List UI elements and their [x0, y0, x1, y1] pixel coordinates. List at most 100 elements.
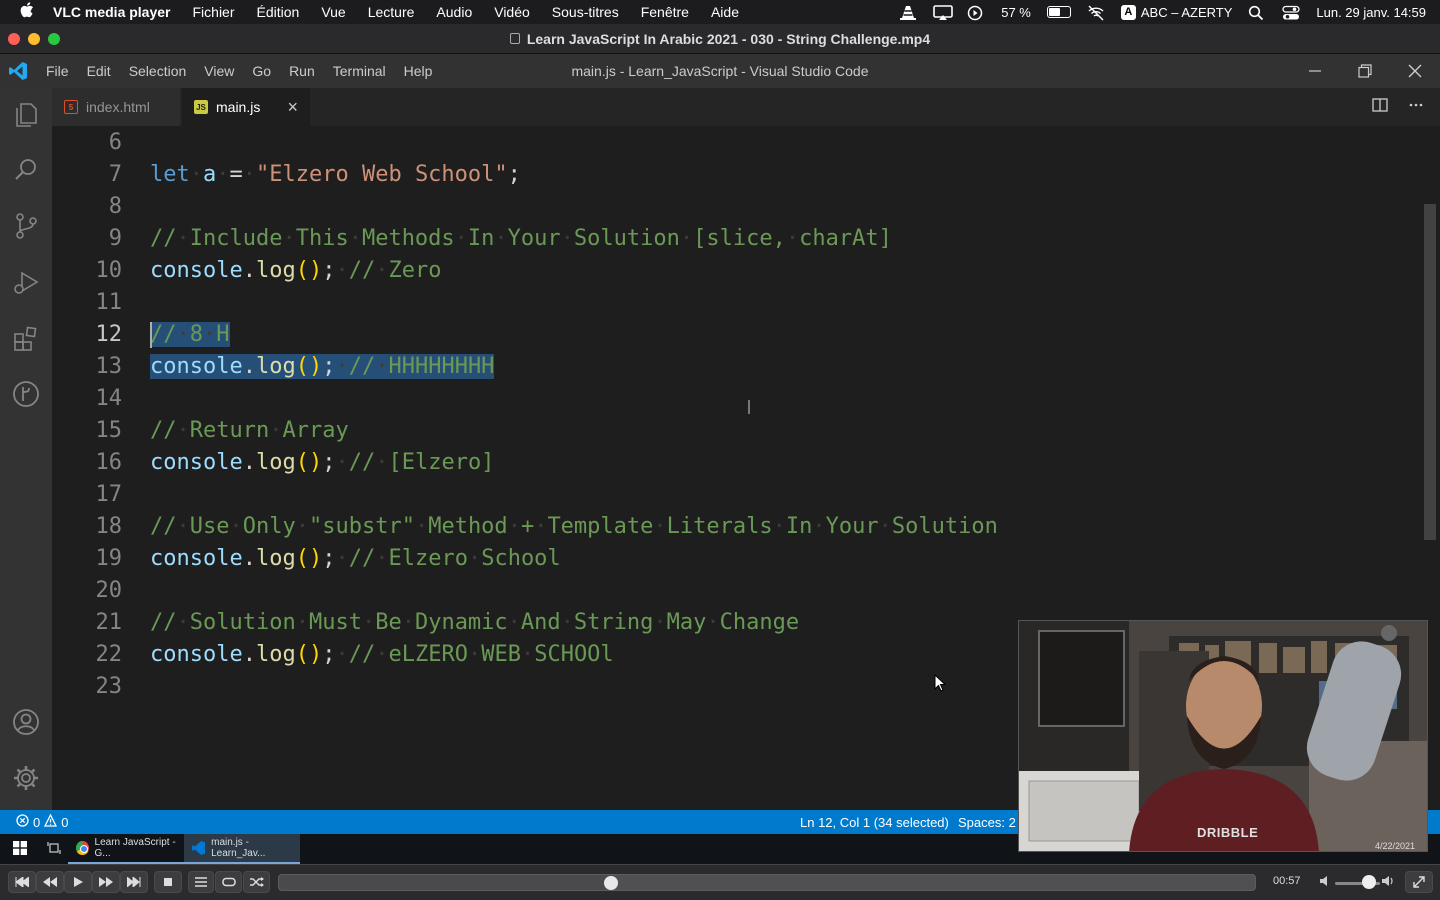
volume-low-icon[interactable]: [1320, 875, 1330, 890]
close-tab-icon[interactable]: ×: [287, 97, 298, 118]
control-center-icon[interactable]: [1282, 5, 1301, 20]
search-icon[interactable]: [10, 154, 42, 186]
vscode-menu-go[interactable]: Go: [252, 63, 271, 79]
fast-forward-icon[interactable]: [92, 871, 120, 893]
code-line-current: 12 //·8·H: [52, 318, 1422, 350]
previous-icon[interactable]: [8, 871, 36, 893]
split-editor-icon[interactable]: [1372, 97, 1388, 118]
task-view-icon[interactable]: [40, 841, 68, 858]
source-control-icon[interactable]: [10, 210, 42, 242]
menu-vue[interactable]: Vue: [321, 4, 345, 20]
menu-lecture[interactable]: Lecture: [368, 4, 415, 20]
rewind-icon[interactable]: [36, 871, 64, 893]
play-circle-icon[interactable]: [967, 5, 985, 21]
volume-high-icon[interactable]: [1382, 875, 1394, 890]
code-line: 19 console.log();·//·Elzero·School: [52, 542, 1422, 574]
seek-handle[interactable]: [603, 876, 618, 890]
editor-scrollbar[interactable]: [1424, 204, 1436, 540]
vscode-menu-file[interactable]: File: [46, 63, 69, 79]
vscode-menu-terminal[interactable]: Terminal: [333, 63, 386, 79]
playlist-icon[interactable]: [188, 871, 214, 893]
code-line: 14: [52, 382, 1422, 414]
extensions-icon[interactable]: [10, 322, 42, 354]
menu-fichier[interactable]: Fichier: [193, 4, 235, 20]
code-line: 17: [52, 478, 1422, 510]
shuffle-icon[interactable]: [243, 871, 270, 893]
play-icon[interactable]: [64, 871, 92, 893]
fullscreen-icon[interactable]: [1405, 871, 1433, 893]
next-icon[interactable]: [120, 871, 148, 893]
wifi-off-icon[interactable]: [1087, 5, 1105, 21]
problems-indicator[interactable]: 0 0: [16, 813, 68, 830]
vscode-menu-help[interactable]: Help: [404, 63, 433, 79]
semicolon: ;: [322, 257, 336, 283]
vscode-menu-view[interactable]: View: [204, 63, 234, 79]
video-frame[interactable]: File Edit Selection View Go Run Terminal…: [0, 54, 1440, 864]
app-menu-vlc[interactable]: VLC media player: [53, 4, 171, 20]
gear-icon[interactable]: [10, 762, 42, 794]
menu-fenetre[interactable]: Fenêtre: [641, 4, 689, 20]
windows-start-icon[interactable]: [0, 840, 40, 858]
close-window-button[interactable]: [8, 33, 20, 45]
comment: //·Solution·Must·Be·Dynamic·And·String·M…: [150, 609, 800, 635]
vscode-menu-edit[interactable]: Edit: [87, 63, 111, 79]
menu-audio[interactable]: Audio: [436, 4, 472, 20]
more-actions-icon[interactable]: [1408, 97, 1424, 118]
keyboard-layout[interactable]: A ABC – AZERTY: [1120, 4, 1232, 20]
menu-aide[interactable]: Aide: [711, 4, 739, 20]
line-number: 19: [95, 545, 123, 571]
document-icon: [509, 33, 520, 44]
cursor-position[interactable]: Ln 12, Col 1 (34 selected): [800, 815, 949, 830]
apple-menu-icon[interactable]: [16, 2, 38, 22]
indentation-setting[interactable]: Spaces: 2: [958, 815, 1016, 830]
clock[interactable]: Lun. 29 janv. 14:59: [1316, 5, 1426, 20]
minimize-window-button[interactable]: [28, 33, 40, 45]
battery-icon[interactable]: [1046, 6, 1071, 18]
airplay-icon[interactable]: [933, 5, 954, 20]
menu-edition[interactable]: Édition: [257, 4, 300, 20]
log-method: log: [255, 257, 296, 283]
volume-handle[interactable]: [1361, 875, 1376, 889]
parens: (): [295, 641, 323, 667]
activity-bar: [0, 88, 52, 810]
dot: .: [242, 257, 256, 283]
seek-progress: [279, 875, 611, 890]
error-count: 0: [33, 814, 41, 830]
code-line: 20: [52, 574, 1422, 606]
close-icon[interactable]: [1390, 54, 1440, 88]
stop-icon[interactable]: [154, 871, 182, 893]
code-line: 10 console.log();·//·Zero: [52, 254, 1422, 286]
vscode-menu-selection[interactable]: Selection: [129, 63, 187, 79]
restore-icon[interactable]: [1340, 54, 1390, 88]
console-object: console: [150, 449, 243, 475]
tab-index-html[interactable]: 5 index.html: [52, 88, 180, 126]
taskbar-app-chrome[interactable]: Learn JavaScript - G...: [68, 834, 184, 864]
line-number: 15: [95, 417, 123, 443]
code-line: 15 //·Return·Array: [52, 414, 1422, 446]
taskbar-app-label: main.js - Learn_Jav...: [211, 837, 266, 859]
code-text: console.log();·//·[Elzero]: [150, 449, 495, 475]
code-text: console.log();·//·Elzero·School: [150, 545, 561, 571]
vscode-menu-run[interactable]: Run: [289, 63, 315, 79]
accounts-icon[interactable]: [10, 706, 42, 738]
tab-main-js[interactable]: JS main.js ×: [182, 88, 310, 126]
line-number: 8: [108, 193, 122, 219]
minimize-icon[interactable]: [1290, 54, 1340, 88]
run-debug-icon[interactable]: [10, 266, 42, 298]
explorer-icon[interactable]: [10, 98, 42, 130]
spotlight-search-icon[interactable]: [1248, 5, 1266, 21]
git-graph-icon[interactable]: [10, 378, 42, 410]
mouse-pointer-icon: [934, 673, 947, 692]
menu-sous-titres[interactable]: Sous-titres: [552, 4, 619, 20]
menu-video[interactable]: Vidéo: [494, 4, 530, 20]
log-method: log: [255, 449, 296, 475]
shirt-text: DRIBBLE: [1197, 825, 1259, 840]
vlc-cone-icon[interactable]: [899, 5, 917, 20]
taskbar-app-vscode[interactable]: main.js - Learn_Jav...: [184, 834, 300, 864]
loop-icon[interactable]: [215, 871, 242, 893]
keyboard-badge-icon: A: [1120, 4, 1136, 20]
fullscreen-window-button[interactable]: [48, 33, 60, 45]
selected-comment: //·8·H: [150, 321, 230, 347]
macos-menu-bar: VLC media player Fichier Édition Vue Lec…: [0, 0, 1440, 24]
seek-bar[interactable]: [278, 874, 1256, 891]
